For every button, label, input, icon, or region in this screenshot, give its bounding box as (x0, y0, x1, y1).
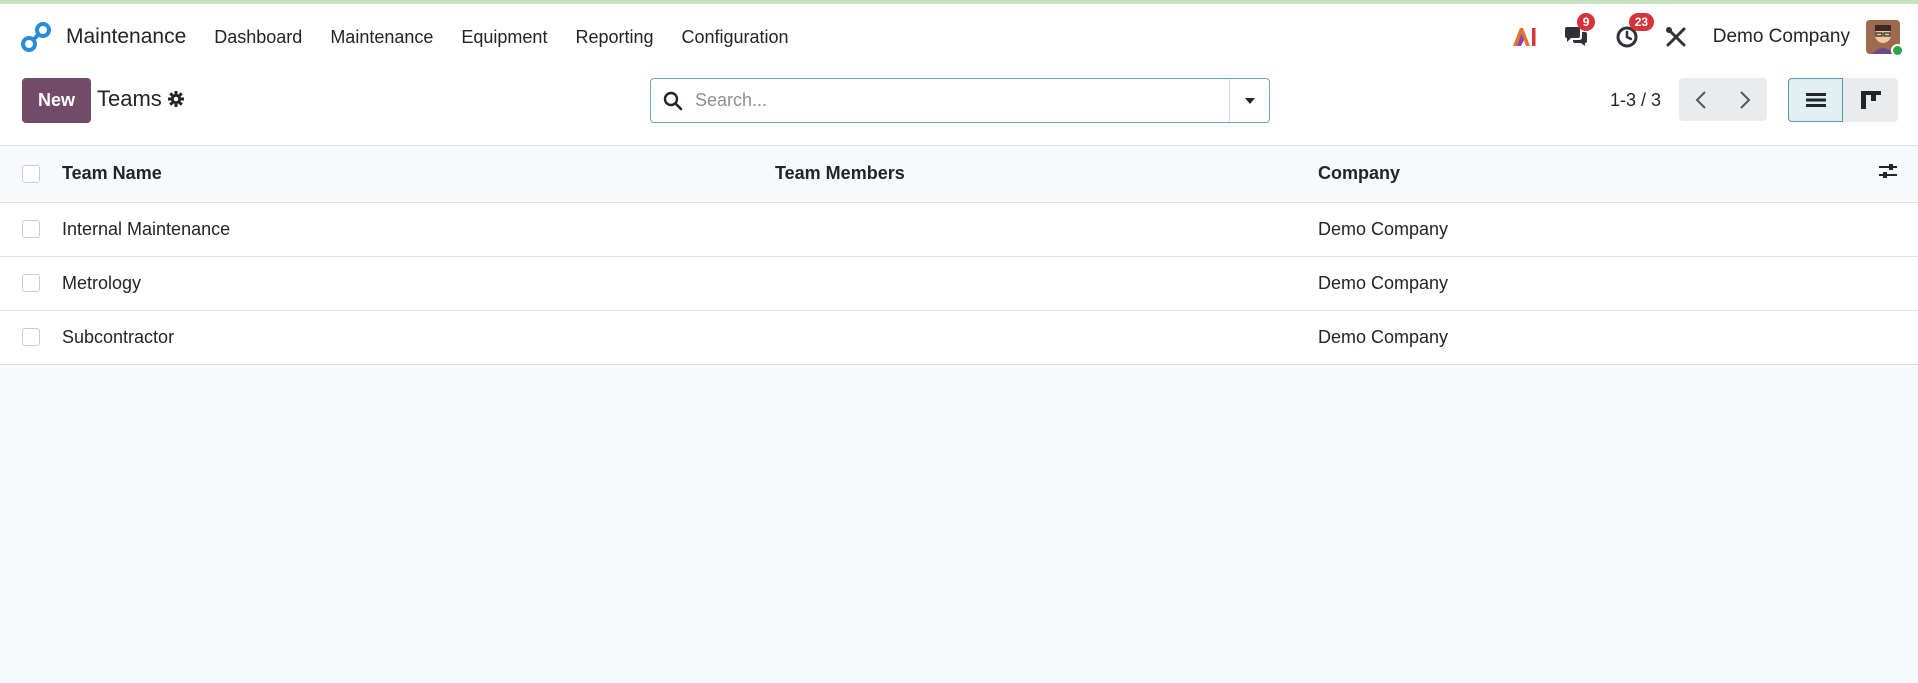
row-select-cell (0, 310, 62, 364)
menu-equipment[interactable]: Equipment (461, 27, 547, 48)
table-row[interactable]: Internal Maintenance Demo Company (0, 202, 1918, 256)
list-icon (1805, 93, 1826, 107)
chevron-right-icon (1740, 90, 1751, 109)
company-switcher[interactable]: Demo Company (1713, 26, 1850, 48)
list-empty-area (0, 364, 1918, 665)
company-cell[interactable]: Demo Company (1318, 256, 1878, 310)
page-title: Teams (97, 86, 162, 111)
table-row[interactable]: Subcontractor Demo Company (0, 310, 1918, 364)
row-spacer-cell (1878, 310, 1918, 364)
messages-icon[interactable]: 9 (1563, 13, 1596, 49)
pager-previous-button[interactable] (1679, 78, 1723, 121)
menu-reporting[interactable]: Reporting (575, 27, 653, 48)
activities-clock-icon[interactable]: 23 (1615, 13, 1655, 49)
team-members-cell[interactable] (775, 310, 1318, 364)
gear-icon[interactable] (167, 90, 185, 113)
list-view-button[interactable] (1788, 78, 1843, 122)
systray: 9 23 Demo Company (1485, 4, 1904, 70)
control-panel: New Teams 1-3 / 3 (0, 70, 1918, 146)
column-header-team-name[interactable]: Team Name (62, 146, 775, 202)
optional-columns-toggle[interactable] (1878, 146, 1918, 202)
row-spacer-cell (1878, 256, 1918, 310)
team-members-cell[interactable] (775, 202, 1318, 256)
row-spacer-cell (1878, 202, 1918, 256)
company-cell[interactable]: Demo Company (1318, 310, 1878, 364)
user-avatar[interactable] (1866, 20, 1904, 57)
row-checkbox[interactable] (22, 328, 40, 346)
row-select-cell (0, 202, 62, 256)
search-options-toggle[interactable] (1229, 79, 1269, 122)
company-cell[interactable]: Demo Company (1318, 202, 1878, 256)
ai-icon[interactable] (1511, 26, 1537, 48)
messages-count-badge: 9 (1576, 13, 1596, 31)
kanban-view-button[interactable] (1843, 78, 1898, 122)
tools-icon[interactable] (1665, 26, 1687, 48)
menu-configuration[interactable]: Configuration (682, 27, 789, 48)
activities-count-badge: 23 (1628, 13, 1655, 31)
maintenance-app-icon[interactable] (20, 21, 52, 53)
team-name-cell[interactable]: Metrology (62, 256, 775, 310)
teams-list-table: Team Name Team Members Company Internal … (0, 146, 1918, 365)
search-icon (651, 91, 695, 111)
select-all-checkbox[interactable] (22, 164, 40, 183)
column-header-team-members[interactable]: Team Members (775, 146, 1318, 202)
menu-dashboard[interactable]: Dashboard (214, 27, 302, 48)
row-select-cell (0, 256, 62, 310)
table-header-row: Team Name Team Members Company (0, 146, 1918, 202)
column-header-company[interactable]: Company (1318, 146, 1878, 202)
table-row[interactable]: Metrology Demo Company (0, 256, 1918, 310)
row-checkbox[interactable] (22, 274, 40, 292)
search-input[interactable] (695, 79, 1229, 122)
row-checkbox[interactable] (22, 220, 40, 238)
sliders-icon (1879, 164, 1897, 179)
pager-next-button[interactable] (1723, 78, 1767, 121)
main-navbar: Maintenance Dashboard Maintenance Equipm… (0, 4, 1918, 70)
select-all-cell (0, 146, 62, 202)
caret-down-icon (1244, 97, 1255, 104)
team-name-cell[interactable]: Internal Maintenance (62, 202, 775, 256)
chevron-left-icon (1695, 90, 1706, 109)
new-button[interactable]: New (22, 78, 91, 123)
team-members-cell[interactable] (775, 256, 1318, 310)
app-name[interactable]: Maintenance (66, 25, 186, 49)
search-box (650, 78, 1270, 123)
online-status-dot (1891, 44, 1904, 57)
kanban-icon (1860, 91, 1881, 109)
menu-maintenance[interactable]: Maintenance (330, 27, 433, 48)
pager-value[interactable]: 1-3 / 3 (1610, 90, 1661, 111)
team-name-cell[interactable]: Subcontractor (62, 310, 775, 364)
